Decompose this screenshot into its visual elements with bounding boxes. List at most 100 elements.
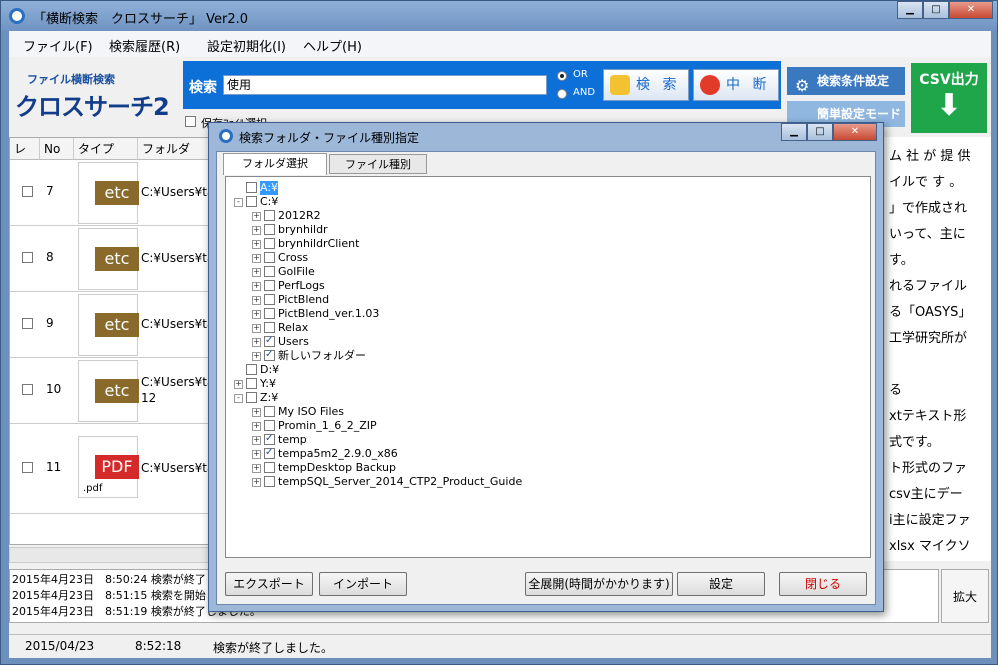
tab-folder-select[interactable]: フォルダ選択 bbox=[223, 153, 327, 175]
row-path: C:¥Users¥ta bbox=[141, 317, 211, 331]
expand-icon[interactable]: + bbox=[252, 464, 261, 473]
tree-node-checkbox[interactable] bbox=[264, 308, 275, 319]
menu-file[interactable]: ファイル(F) bbox=[23, 36, 93, 55]
table-row[interactable]: 10 etc C:¥Users¥ta 12 bbox=[10, 358, 212, 424]
expand-icon[interactable]: + bbox=[252, 254, 261, 263]
table-row[interactable]: 8 etc C:¥Users¥ta bbox=[10, 226, 212, 292]
description-line: いって、主に bbox=[889, 227, 966, 242]
export-button[interactable]: エクスポート bbox=[225, 572, 313, 596]
search-button[interactable]: 検 索 bbox=[603, 69, 689, 101]
import-button[interactable]: インポート bbox=[319, 572, 407, 596]
dialog-minimize-button[interactable]: ▁ bbox=[781, 123, 807, 141]
dialog-title-bar: 検索フォルダ・ファイル種別指定 ▁ □ ✕ bbox=[209, 123, 883, 149]
expand-icon[interactable]: + bbox=[252, 352, 261, 361]
and-radio[interactable] bbox=[557, 89, 567, 99]
tree-node-checkbox[interactable] bbox=[246, 196, 257, 207]
folder-tree: A:¥ - C:¥ +2012R2 + brynhildr + brynhildrClient… bbox=[225, 176, 871, 558]
tree-node-checkbox[interactable] bbox=[264, 334, 275, 348]
table-row[interactable]: 11 PDF .pdf C:¥Users¥ta bbox=[10, 424, 212, 514]
expand-icon[interactable]: + bbox=[252, 268, 261, 277]
expand-icon[interactable]: + bbox=[252, 240, 261, 249]
tab-file-type[interactable]: ファイル種別 bbox=[329, 154, 427, 174]
expand-icon[interactable]: + bbox=[252, 310, 261, 319]
row-number: 8 bbox=[46, 250, 54, 264]
column-header-folder[interactable]: フォルダ bbox=[138, 138, 212, 160]
tree-node-checkbox[interactable] bbox=[264, 406, 275, 417]
expand-button[interactable]: 拡大 bbox=[941, 569, 989, 623]
tree-node-checkbox[interactable] bbox=[264, 238, 275, 249]
collapse-icon[interactable]: - bbox=[234, 394, 243, 403]
file-type-badge: etc bbox=[95, 181, 139, 205]
tree-node-checkbox[interactable] bbox=[264, 252, 275, 263]
tree-node-label: Promin_1_6_2_ZIP bbox=[278, 419, 377, 432]
row-checkbox[interactable] bbox=[22, 318, 33, 329]
column-header-no[interactable]: No bbox=[40, 138, 74, 160]
row-checkbox[interactable] bbox=[22, 384, 33, 395]
row-checkbox[interactable] bbox=[22, 462, 33, 473]
expand-icon[interactable]: + bbox=[252, 338, 261, 347]
row-checkbox[interactable] bbox=[22, 186, 33, 197]
table-row[interactable]: 7 etc C:¥Users¥ta bbox=[10, 160, 212, 226]
tree-node-checkbox[interactable] bbox=[246, 364, 257, 375]
expand-icon[interactable]: + bbox=[252, 408, 261, 417]
expand-icon[interactable]: + bbox=[252, 212, 261, 221]
tree-node-checkbox[interactable] bbox=[264, 322, 275, 333]
close-button[interactable]: ✕ bbox=[949, 1, 993, 19]
tree-node-checkbox[interactable] bbox=[264, 462, 275, 473]
column-header-type[interactable]: タイプ bbox=[74, 138, 138, 160]
collapse-icon[interactable]: - bbox=[234, 198, 243, 207]
tree-node-checkbox[interactable] bbox=[246, 182, 257, 193]
tree-node-checkbox[interactable] bbox=[264, 294, 275, 305]
csv-export-button[interactable]: CSV出力 ⬇ bbox=[911, 63, 987, 133]
horizontal-scrollbar[interactable] bbox=[9, 547, 213, 563]
expand-icon[interactable]: + bbox=[252, 282, 261, 291]
tree-node-checkbox[interactable] bbox=[246, 392, 257, 403]
expand-icon[interactable]: + bbox=[252, 324, 261, 333]
minimize-button[interactable]: ▁ bbox=[897, 1, 923, 19]
settings-button[interactable]: 設定 bbox=[677, 572, 765, 596]
expand-icon[interactable]: + bbox=[252, 226, 261, 235]
dialog-close-text-button[interactable]: 閉じる bbox=[779, 572, 867, 596]
row-number: 9 bbox=[46, 316, 54, 330]
menu-help[interactable]: ヘルプ(H) bbox=[303, 36, 362, 55]
menu-reset[interactable]: 設定初期化(I) bbox=[207, 36, 286, 55]
tree-node-checkbox[interactable] bbox=[264, 280, 275, 291]
expand-all-button[interactable]: 全展開(時間がかかります) bbox=[525, 572, 673, 596]
or-radio[interactable] bbox=[557, 71, 567, 81]
search-conditions-button[interactable]: ⚙ 検索条件設定 bbox=[787, 67, 905, 95]
tree-node-checkbox[interactable] bbox=[264, 432, 275, 446]
tree-node-checkbox[interactable] bbox=[264, 420, 275, 431]
tree-node-checkbox[interactable] bbox=[264, 476, 275, 487]
stop-button[interactable]: 中 断 bbox=[693, 69, 779, 101]
dialog-maximize-button[interactable]: □ bbox=[807, 123, 833, 141]
dialog-app-icon bbox=[219, 129, 233, 143]
row-checkbox[interactable] bbox=[22, 252, 33, 263]
expand-icon[interactable]: + bbox=[252, 422, 261, 431]
description-line: る bbox=[889, 383, 903, 398]
expand-icon[interactable]: + bbox=[252, 450, 261, 459]
tree-node-checkbox[interactable] bbox=[246, 378, 257, 389]
description-panel: ム 社 が 提 供 イルで す 。 」で作成され いって、主に す。 れるファイ… bbox=[881, 137, 991, 561]
status-time: 8:52:18 bbox=[135, 639, 182, 653]
window-title: 「横断検索 クロスサーチ」 Ver2.0 bbox=[33, 12, 249, 27]
app-logo: ファイル横断検索 クロスサーチ2 bbox=[11, 61, 181, 121]
tree-node-checkbox[interactable] bbox=[264, 266, 275, 277]
expand-icon[interactable]: + bbox=[234, 380, 243, 389]
menu-history[interactable]: 検索履歴(R) bbox=[109, 36, 180, 55]
expand-icon[interactable]: + bbox=[252, 296, 261, 305]
table-row[interactable]: 9 etc C:¥Users¥ta bbox=[10, 292, 212, 358]
tree-node-checkbox[interactable] bbox=[264, 348, 275, 362]
row-number: 7 bbox=[46, 184, 54, 198]
pdf-file-icon: PDF .pdf bbox=[78, 436, 139, 498]
tree-node-checkbox[interactable] bbox=[264, 224, 275, 235]
column-header-check[interactable]: レ bbox=[10, 138, 40, 160]
dialog-close-button[interactable]: ✕ bbox=[833, 123, 877, 141]
expand-icon[interactable]: + bbox=[252, 436, 261, 445]
tree-node-checkbox[interactable] bbox=[264, 446, 275, 460]
expand-icon[interactable]: + bbox=[252, 478, 261, 487]
save-file-checkbox[interactable] bbox=[185, 116, 196, 127]
tree-node-checkbox[interactable] bbox=[264, 210, 275, 221]
search-input[interactable]: 使用 bbox=[223, 75, 547, 95]
file-type-badge: etc bbox=[95, 247, 139, 271]
maximize-button[interactable]: □ bbox=[923, 1, 949, 19]
